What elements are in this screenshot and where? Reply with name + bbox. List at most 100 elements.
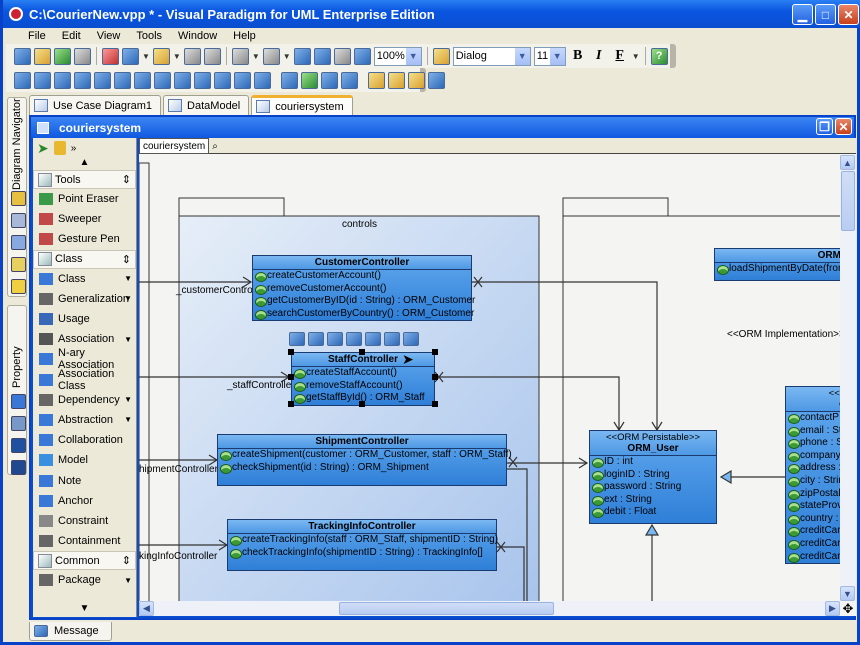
palette-item-note[interactable]: Note [33,470,136,490]
operation[interactable]: loadShipmentByDate(from [715,263,840,276]
scroll-up-icon[interactable]: ▲ [33,158,136,170]
tab-diagram-navigator[interactable]: Diagram Navigator [7,97,27,297]
class-shipmentcontroller[interactable]: ShipmentController createShipment(custom… [217,434,512,487]
resize-group-icon[interactable]: ⇕ [122,253,131,266]
vertical-scrollbar[interactable]: ▲ ▼ [840,155,856,601]
menu-file[interactable]: File [20,30,54,42]
copy-icon[interactable] [122,47,139,65]
resource-association-icon[interactable] [289,332,305,346]
stereotype-icon[interactable] [11,460,26,475]
sequence-diagram-icon[interactable] [54,71,71,89]
attribute[interactable]: password : String [590,481,716,494]
diagram-canvas[interactable]: couriersystem ⌕ controls _customerContro… [139,138,856,616]
operation[interactable]: removeStaffAccount() [292,380,434,393]
attribute[interactable]: address : [786,462,840,475]
attribute[interactable]: city : Strir [786,475,840,488]
menu-tools[interactable]: Tools [128,30,170,42]
zoom-select[interactable]: 100% ▼ [373,46,422,66]
business-process-icon[interactable] [388,71,405,89]
resource-collaboration-icon[interactable] [403,332,419,346]
class-repository-icon[interactable] [11,235,26,250]
class-trackinginfocontroller[interactable]: TrackingInfoController createTrackingInf… [227,519,498,572]
tab-couriersystem[interactable]: couriersystem [251,95,353,115]
scroll-left-button[interactable]: ◀ [139,601,154,616]
horizontal-scroll-thumb[interactable] [339,602,554,615]
palette-item-gesture-pen[interactable]: Gesture Pen [33,229,136,249]
font-select[interactable]: Dialog ▼ [452,46,531,66]
menu-help[interactable]: Help [225,30,264,42]
zoom-fit-icon[interactable] [353,47,371,65]
attribute[interactable]: company [786,450,840,463]
selection-handle[interactable] [432,401,438,407]
chevron-down-icon[interactable]: ▼ [124,576,132,585]
attribute[interactable]: zipPostal [786,488,840,501]
selection-handle[interactable] [288,349,294,355]
chevron-down-icon[interactable]: ▼ [124,415,132,424]
tab-datamodel[interactable]: DataModel [163,95,250,115]
menu-window[interactable]: Window [170,30,225,42]
palette-item-package[interactable]: Package ▼ [33,570,136,590]
requirement-diagram-icon[interactable] [341,71,358,89]
palette-item-usage[interactable]: Usage [33,309,136,329]
palette-item-collaboration[interactable]: Collaboration [33,430,136,450]
attribute[interactable]: debit : Float [590,506,716,519]
ea-diagram-icon[interactable] [408,71,425,89]
palette-item-containment[interactable]: Containment [33,531,136,551]
redo-icon[interactable] [203,47,221,65]
new-project-icon[interactable] [14,47,31,65]
comment-icon[interactable] [11,438,26,453]
palette-item-dependency[interactable]: Dependency ▼ [33,390,136,410]
palette-item-n-ary-association[interactable]: N-ary Association [33,347,136,371]
close-diagram-button[interactable]: ✕ [835,118,852,135]
selection-handle[interactable] [432,349,438,355]
operation[interactable]: createTrackingInfo(staff : ORM_Staff, sh… [228,534,498,547]
attribute[interactable]: creditCar [786,538,840,551]
composite-diagram-icon[interactable] [214,71,231,89]
cut-icon[interactable] [102,47,119,65]
documentation-icon[interactable] [11,416,26,431]
property-icon[interactable] [11,394,26,409]
overview-diagram-icon[interactable] [428,71,445,89]
pan-icon[interactable]: ✥ [840,601,856,616]
resource-note-icon[interactable] [384,332,400,346]
erd-icon[interactable] [281,71,298,89]
selection-handle[interactable] [288,374,294,380]
palette-item-anchor[interactable]: Anchor [33,491,136,511]
save-project-icon[interactable] [54,47,71,65]
palette-item-association-class[interactable]: Association Class [33,368,136,392]
operation[interactable]: createShipment(customer : ORM_Customer, … [218,449,512,462]
resource-generalization-icon[interactable] [308,332,324,346]
italic-button[interactable]: I [590,48,608,64]
object-diagram-icon[interactable] [194,71,211,89]
deployment-diagram-icon[interactable] [154,71,171,89]
attribute[interactable]: loginID : String [590,469,716,482]
palette-item-point-eraser[interactable]: Point Eraser [33,189,136,209]
tab-use-case-diagram1[interactable]: Use Case Diagram1 [29,95,162,115]
selection-handle[interactable] [359,349,365,355]
print-icon[interactable] [74,47,91,65]
operation[interactable]: createCustomerAccount() [253,270,471,283]
dfd-icon[interactable] [368,71,385,89]
db-diagram-icon[interactable] [321,71,338,89]
expand-palette-icon[interactable]: » [71,143,77,154]
operation[interactable]: checkTrackingInfo(shipmentID : String) :… [228,547,496,560]
resource-realization-icon[interactable] [346,332,362,346]
undo-icon[interactable] [183,47,201,65]
component-diagram-icon[interactable] [134,71,151,89]
resize-group-icon[interactable]: ⇕ [122,173,131,186]
selector-tool-icon[interactable]: ➤ [37,140,49,157]
activity-diagram-icon[interactable] [114,71,131,89]
scroll-down-icon[interactable]: ▼ [33,603,136,617]
palette-group-class[interactable]: Class ⇕ [33,249,136,269]
attribute[interactable]: contactP [786,412,840,425]
format-painter-icon[interactable] [432,47,450,65]
zoom-reset-icon[interactable] [333,47,351,65]
zoom-in-icon[interactable] [293,47,311,65]
attribute[interactable]: stateProv [786,500,840,513]
scroll-right-button[interactable]: ▶ [825,601,840,616]
scroll-down-button[interactable]: ▼ [840,586,855,601]
attribute[interactable]: ext : String [590,494,716,507]
attribute[interactable]: email : St [786,425,840,438]
chevron-down-icon[interactable]: ▼ [124,395,132,404]
tab-property[interactable]: Property [7,305,27,475]
